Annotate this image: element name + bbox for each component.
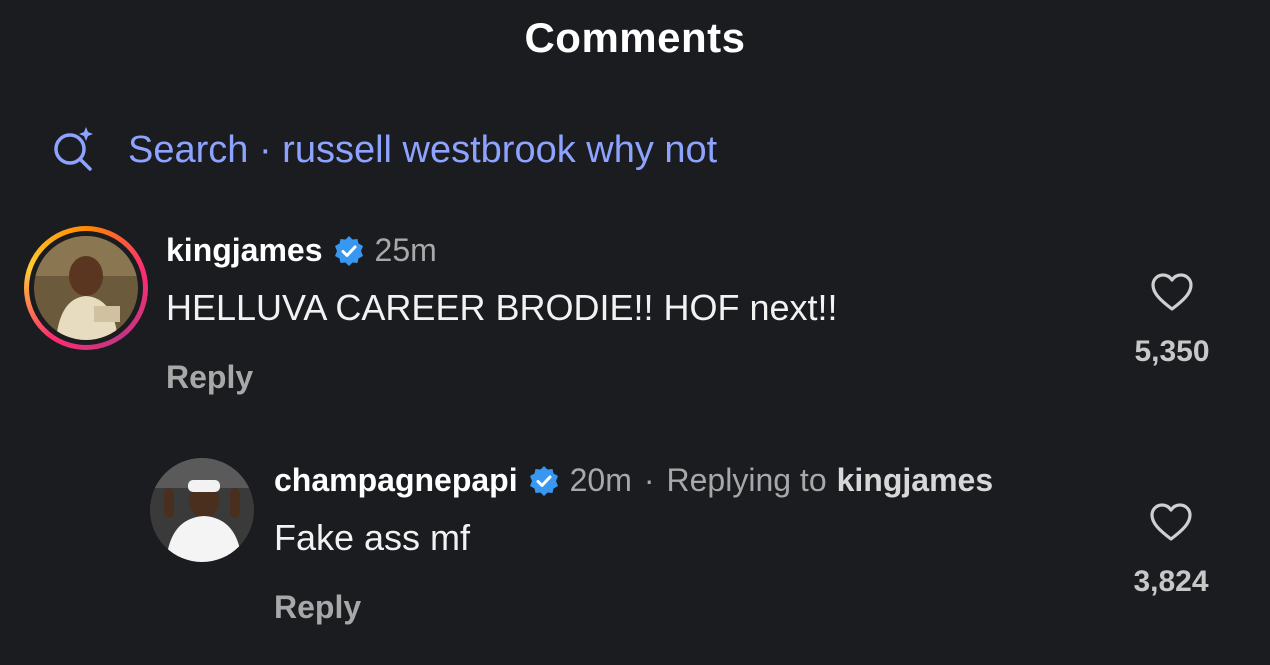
heart-icon[interactable] — [1149, 503, 1193, 546]
separator-dot: · — [643, 462, 655, 498]
verified-badge-icon — [528, 465, 560, 497]
search-suggestion-text: Search · russell westbrook why not — [128, 128, 718, 171]
comment-username[interactable]: champagnepapi — [274, 462, 518, 499]
verified-badge-icon — [333, 235, 365, 267]
reply-button[interactable]: Reply — [166, 359, 838, 396]
like-group: 5,350 — [1117, 272, 1227, 369]
like-count: 3,824 — [1133, 565, 1209, 598]
comment-timestamp: 20m — [569, 462, 632, 498]
avatar[interactable] — [150, 458, 254, 562]
reply-button[interactable]: Reply — [274, 589, 993, 626]
like-count: 5,350 — [1134, 335, 1210, 368]
comment-timestamp: 25m — [374, 232, 437, 268]
replying-to-username[interactable]: kingjames — [837, 462, 994, 499]
comment-text: HELLUVA CAREER BRODIE!! HOF next!! — [166, 287, 838, 328]
heart-icon[interactable] — [1150, 273, 1194, 316]
comment-username[interactable]: kingjames — [166, 232, 323, 269]
like-group: 3,824 — [1116, 502, 1226, 599]
replying-to-label: Replying to — [666, 462, 827, 498]
sparkle-search-icon — [50, 125, 96, 176]
reply-comment-item: champagnepapi 20m · Replying to kingjame… — [150, 456, 993, 626]
comment-text: Fake ass mf — [274, 517, 471, 558]
avatar-story-ring[interactable] — [24, 226, 148, 350]
search-suggestion[interactable]: Search · russell westbrook why not — [50, 126, 717, 174]
avatar — [34, 236, 138, 340]
comment-item: kingjames 25m HELLUVA CAREER BRODIE!! HO… — [24, 226, 838, 396]
page-title: Comments — [524, 14, 746, 61]
